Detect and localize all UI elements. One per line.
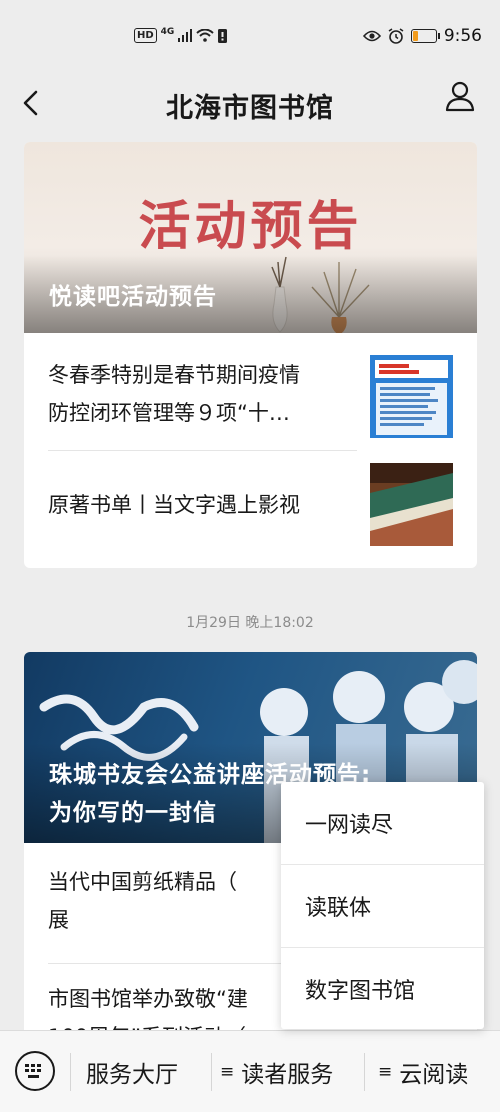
menu-label: 服务大厅 (86, 1062, 178, 1088)
menu-separator (70, 1053, 71, 1091)
nav-bar: 北海市图书馆 (0, 76, 500, 142)
title-line: 防控闭环管理等９项“十… (48, 401, 290, 425)
menu-label: 读者服务 (241, 1062, 334, 1088)
banner-headline: 活动预告 (138, 196, 363, 257)
list-item[interactable]: 冬春季特别是春节期间疫情 防控闭环管理等９项“十… (24, 333, 477, 455)
submenu-item[interactable]: 一网读尽 (281, 782, 484, 864)
submenu-popup: 一网读尽 读联体 数字图书馆 (281, 782, 484, 1029)
title-line: 冬春季特别是春节期间疫情 (48, 363, 300, 387)
submenu-item[interactable]: 数字图书馆 (281, 948, 484, 1030)
menu-button-cloud-reading[interactable]: ≡ 云阅读 (378, 1053, 468, 1091)
bottom-menu-bar: 服务大厅 ≡ 读者服务 ≡ 云阅读 (0, 1030, 500, 1112)
menu-button-reader-service[interactable]: ≡ 读者服务 (220, 1053, 333, 1091)
sim-alert-icon (218, 28, 228, 43)
wifi-icon (196, 29, 214, 42)
list-item-title: 冬春季特别是春节期间疫情 防控闭环管理等９项“十… (48, 356, 300, 432)
menu-separator (364, 1053, 365, 1091)
list-item[interactable]: 原著书单丨当文字遇上影视 (24, 455, 477, 568)
title-line: 当代中国剪纸精品（ (48, 870, 237, 894)
network-indicators: HD 4G (134, 26, 228, 43)
banner-caption: 悦读吧活动预告 (49, 284, 217, 310)
person-icon (445, 81, 475, 112)
article-card: 活动预告 悦读吧活动预告 冬春季特别是春节期间疫情 防控闭环管理等９项“十… 原… (24, 142, 477, 568)
list-divider (48, 450, 357, 451)
status-bar: HD 4G 9:56 (0, 0, 500, 76)
page-title: 北海市图书馆 (166, 93, 334, 124)
title-line: 市图书馆举办致敬“建 (48, 987, 248, 1011)
menu-label: 云阅读 (399, 1062, 469, 1088)
submenu-item[interactable]: 读联体 (281, 865, 484, 947)
list-item-title: 原著书单丨当文字遇上影视 (48, 493, 300, 517)
message-timestamp: 1月29日 晚上18:02 (186, 615, 314, 631)
system-indicators: 9:56 (362, 26, 482, 46)
list-item-title: 当代中国剪纸精品（ 展 (48, 863, 237, 939)
hd-badge: HD (134, 28, 157, 43)
eye-icon (362, 30, 381, 42)
battery-icon (410, 29, 440, 43)
alarm-icon (388, 28, 404, 44)
menu-list-icon: ≡ (220, 1062, 235, 1082)
keyboard-icon (25, 1064, 41, 1078)
books-thumb (370, 463, 453, 546)
menu-separator (211, 1053, 212, 1091)
network-type: 4G (160, 26, 175, 37)
title-line: 展 (48, 908, 69, 932)
menu-button-service-hall[interactable]: 服务大厅 (86, 1053, 178, 1091)
signal-icon (178, 29, 193, 42)
epidemic-notice-thumb (370, 355, 453, 438)
keyboard-toggle-button[interactable] (15, 1051, 55, 1091)
menu-list-icon: ≡ (378, 1062, 393, 1082)
clock-time: 9:56 (443, 26, 482, 46)
cover-banner[interactable]: 活动预告 悦读吧活动预告 (24, 142, 477, 333)
profile-button[interactable] (442, 79, 478, 115)
